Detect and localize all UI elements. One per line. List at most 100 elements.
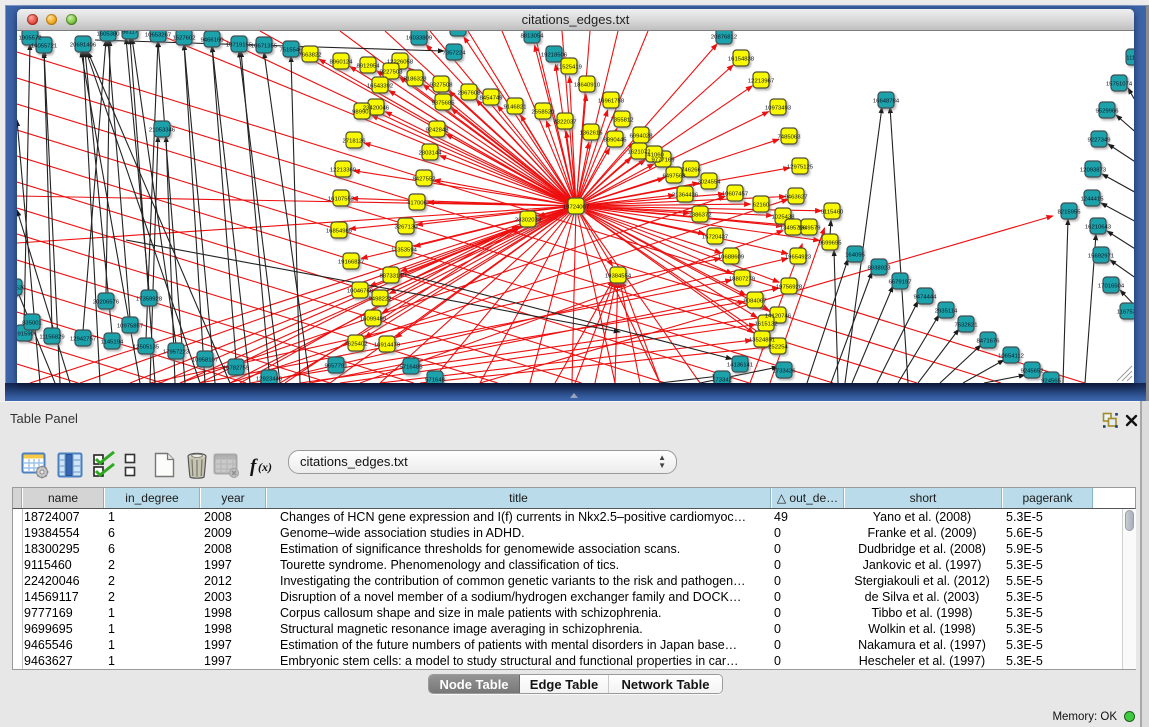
svg-text:2718126: 2718126 bbox=[343, 138, 367, 144]
svg-text:9327508: 9327508 bbox=[430, 82, 454, 88]
svg-text:6679197: 6679197 bbox=[889, 279, 912, 285]
svg-text:18640910: 18640910 bbox=[574, 82, 601, 88]
svg-text:15692971: 15692971 bbox=[1088, 253, 1114, 259]
svg-text:7663822: 7663822 bbox=[299, 52, 322, 58]
svg-text:3024554: 3024554 bbox=[698, 179, 722, 185]
svg-text:1605380: 1605380 bbox=[97, 31, 121, 37]
svg-text:96117: 96117 bbox=[122, 31, 138, 35]
svg-text:8471676: 8471676 bbox=[977, 338, 1001, 344]
svg-text:1733426: 1733426 bbox=[773, 368, 797, 374]
svg-text:9498222: 9498222 bbox=[369, 296, 392, 302]
svg-text:11353594: 11353594 bbox=[391, 247, 417, 253]
svg-text:10654112: 10654112 bbox=[998, 353, 1024, 359]
svg-text:9084067: 9084067 bbox=[744, 298, 767, 304]
svg-text:7625402: 7625402 bbox=[345, 341, 368, 347]
svg-text:835001: 835001 bbox=[22, 320, 42, 326]
svg-text:9466160: 9466160 bbox=[201, 37, 225, 43]
svg-text:17359928: 17359928 bbox=[136, 296, 163, 302]
svg-text:924565: 924565 bbox=[1041, 378, 1061, 383]
svg-text:18724007: 18724007 bbox=[563, 204, 589, 210]
svg-text:1349579: 1349579 bbox=[798, 225, 821, 231]
svg-text:10958107: 10958107 bbox=[192, 357, 218, 363]
svg-text:18807279: 18807279 bbox=[729, 276, 755, 282]
svg-text:21364436: 21364436 bbox=[672, 192, 699, 198]
svg-text:19384554: 19384554 bbox=[605, 273, 632, 279]
svg-text:6994028: 6994028 bbox=[630, 133, 654, 139]
svg-text:8186328: 8186328 bbox=[404, 76, 428, 82]
svg-text:15720437: 15720437 bbox=[702, 234, 728, 240]
svg-text:16648784: 16648784 bbox=[873, 98, 900, 104]
svg-text:10671355: 10671355 bbox=[251, 43, 278, 49]
svg-text:f: f bbox=[250, 456, 258, 477]
svg-text:1145194: 1145194 bbox=[101, 339, 124, 345]
svg-text:12975125: 12975125 bbox=[787, 164, 814, 170]
svg-text:7632621: 7632621 bbox=[955, 322, 978, 328]
svg-text:417006: 417006 bbox=[407, 200, 427, 206]
svg-text:9227503: 9227503 bbox=[380, 69, 404, 75]
svg-text:62160: 62160 bbox=[753, 202, 770, 208]
svg-text:16914479: 16914479 bbox=[374, 342, 400, 348]
svg-text:10653267: 10653267 bbox=[145, 32, 171, 38]
svg-text:7485063: 7485063 bbox=[778, 134, 802, 140]
svg-text:2935114: 2935114 bbox=[935, 308, 958, 314]
svg-text:21053346: 21053346 bbox=[149, 127, 176, 133]
svg-text:17016504: 17016504 bbox=[1098, 283, 1125, 289]
svg-text:19218506: 19218506 bbox=[541, 52, 568, 58]
svg-text:8960124: 8960124 bbox=[330, 59, 354, 65]
svg-text:20691406: 20691406 bbox=[70, 42, 97, 48]
svg-text:16210643: 16210643 bbox=[1085, 224, 1112, 230]
svg-text:9227349: 9227349 bbox=[1088, 137, 1111, 143]
svg-text:5716485: 5716485 bbox=[400, 364, 424, 370]
svg-text:881305: 881305 bbox=[448, 31, 468, 32]
svg-text:11525419: 11525419 bbox=[556, 64, 582, 70]
svg-text:12213369: 12213369 bbox=[330, 167, 356, 173]
svg-text:10046766: 10046766 bbox=[347, 288, 374, 294]
svg-text:2626520: 2626520 bbox=[17, 285, 26, 291]
svg-text:12942757: 12942757 bbox=[70, 336, 96, 342]
svg-text:12226058: 12226058 bbox=[387, 59, 414, 65]
svg-text:14120746: 14120746 bbox=[765, 313, 792, 319]
svg-text:252254: 252254 bbox=[768, 344, 788, 350]
svg-text:8215955: 8215955 bbox=[1058, 209, 1082, 215]
svg-text:19166827: 19166827 bbox=[338, 259, 364, 265]
svg-text:8813054: 8813054 bbox=[521, 33, 545, 39]
svg-text:7355812: 7355812 bbox=[611, 117, 634, 123]
svg-text:12923446: 12923446 bbox=[256, 376, 283, 382]
svg-text:16782759: 16782759 bbox=[223, 365, 249, 371]
svg-text:16543392: 16543392 bbox=[367, 83, 393, 89]
svg-text:3267130: 3267130 bbox=[395, 224, 419, 230]
svg-text:2867608: 2867608 bbox=[458, 90, 482, 96]
svg-text:15751074: 15751074 bbox=[1106, 81, 1133, 87]
svg-text:10973493: 10973493 bbox=[765, 105, 792, 111]
svg-text:8873314: 8873314 bbox=[380, 273, 404, 279]
svg-text:8912954: 8912954 bbox=[357, 63, 381, 69]
svg-text:9699695: 9699695 bbox=[819, 240, 843, 246]
svg-text:1025438: 1025438 bbox=[772, 214, 796, 220]
svg-text:12213967: 12213967 bbox=[748, 78, 774, 84]
svg-text:10688609: 10688609 bbox=[718, 254, 744, 260]
svg-text:741060: 741060 bbox=[644, 152, 664, 158]
svg-text:8322037: 8322037 bbox=[554, 119, 577, 125]
svg-text:12093873: 12093873 bbox=[1080, 167, 1107, 173]
svg-text:164095: 164095 bbox=[845, 252, 865, 258]
svg-text:12505135: 12505135 bbox=[133, 344, 160, 350]
svg-text:9529966: 9529966 bbox=[1096, 108, 1120, 114]
svg-text:10975857: 10975857 bbox=[117, 323, 143, 329]
svg-text:16154838: 16154838 bbox=[728, 56, 755, 62]
svg-text:173342: 173342 bbox=[712, 377, 732, 383]
svg-text:8990445: 8990445 bbox=[604, 137, 628, 143]
svg-text:14055721: 14055721 bbox=[31, 43, 57, 49]
svg-text:1905572: 1905572 bbox=[19, 35, 42, 41]
svg-text:(x): (x) bbox=[258, 460, 272, 474]
svg-text:14136141: 14136141 bbox=[727, 362, 753, 368]
svg-text:7386372: 7386372 bbox=[689, 212, 712, 218]
svg-text:1362615: 1362615 bbox=[580, 130, 604, 136]
svg-text:9657791: 9657791 bbox=[325, 363, 348, 369]
svg-text:9242848: 9242848 bbox=[426, 127, 450, 133]
svg-text:16033809: 16033809 bbox=[406, 35, 432, 41]
svg-text:6497568: 6497568 bbox=[663, 173, 687, 179]
svg-text:20876812: 20876812 bbox=[711, 34, 737, 40]
svg-text:1167533: 1167533 bbox=[1117, 309, 1134, 315]
svg-text:2803144: 2803144 bbox=[419, 150, 443, 156]
svg-text:13524851: 13524851 bbox=[749, 337, 775, 343]
